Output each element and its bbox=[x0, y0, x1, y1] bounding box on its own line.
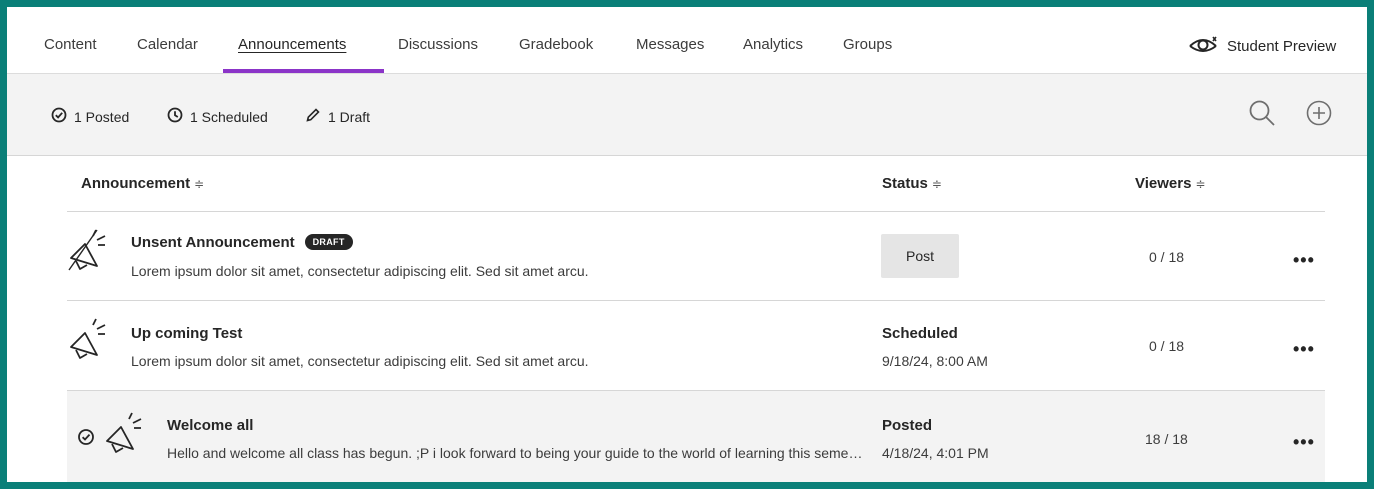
status-date: 4/18/24, 4:01 PM bbox=[882, 445, 989, 461]
announcement-title[interactable]: Welcome all bbox=[167, 417, 253, 434]
announcement-title[interactable]: Unsent Announcement DRAFT bbox=[131, 234, 353, 251]
clock-icon bbox=[167, 107, 190, 126]
scheduled-count: 1 Scheduled bbox=[167, 107, 268, 126]
eye-icon bbox=[1187, 33, 1227, 59]
table-row: Welcome all Hello and welcome all class … bbox=[67, 391, 1325, 482]
student-preview-button[interactable]: Student Preview bbox=[1187, 31, 1336, 61]
tab-gradebook[interactable]: Gradebook bbox=[519, 36, 593, 53]
column-header-status[interactable]: Status ≑ bbox=[882, 175, 942, 192]
tab-announcements[interactable]: Announcements bbox=[238, 36, 346, 53]
add-circle-icon[interactable] bbox=[1304, 98, 1334, 133]
announcement-title-text: Unsent Announcement bbox=[131, 234, 295, 251]
course-nav: Content Calendar Announcements Discussio… bbox=[7, 7, 1367, 74]
scheduled-count-label: 1 Scheduled bbox=[190, 108, 268, 125]
check-circle-icon bbox=[77, 428, 95, 451]
pencil-icon bbox=[305, 107, 328, 126]
megaphone-draft-icon bbox=[67, 226, 111, 277]
student-preview-label: Student Preview bbox=[1227, 37, 1337, 55]
draft-count-label: 1 Draft bbox=[328, 108, 371, 125]
announcement-description: Hello and welcome all class has begun. ;… bbox=[167, 445, 867, 461]
column-header-viewers-label: Viewers bbox=[1135, 175, 1192, 192]
tab-calendar[interactable]: Calendar bbox=[137, 36, 198, 53]
megaphone-icon bbox=[67, 315, 111, 366]
tab-content[interactable]: Content bbox=[44, 36, 97, 53]
viewers-count: 0 / 18 bbox=[1149, 249, 1185, 265]
sort-icon: ≑ bbox=[194, 177, 205, 191]
table-row: Unsent Announcement DRAFT Lorem ipsum dol… bbox=[67, 212, 1325, 300]
posted-count-label: 1 Posted bbox=[74, 108, 130, 125]
column-header-announcement[interactable]: Announcement ≑ bbox=[81, 175, 204, 192]
sort-icon: ≑ bbox=[931, 177, 942, 191]
posted-count: 1 Posted bbox=[51, 107, 129, 126]
column-header-announcement-label: Announcement bbox=[81, 175, 191, 192]
viewers-count: 0 / 18 bbox=[1149, 338, 1185, 354]
tab-discussions[interactable]: Discussions bbox=[398, 36, 478, 53]
post-button[interactable]: Post bbox=[881, 234, 959, 278]
viewers-count: 18 / 18 bbox=[1145, 431, 1188, 447]
more-options-button[interactable]: ••• bbox=[1293, 433, 1315, 451]
more-options-button[interactable]: ••• bbox=[1293, 251, 1315, 269]
column-header-status-label: Status bbox=[882, 175, 928, 192]
table-row: Up coming Test Lorem ipsum dolor sit ame… bbox=[67, 301, 1325, 390]
check-circle-icon bbox=[51, 107, 74, 126]
tab-messages[interactable]: Messages bbox=[636, 36, 704, 53]
tab-groups[interactable]: Groups bbox=[843, 36, 892, 53]
search-icon[interactable] bbox=[1247, 98, 1277, 133]
status-label: Scheduled bbox=[882, 325, 958, 342]
draft-badge: DRAFT bbox=[304, 234, 353, 250]
draft-count: 1 Draft bbox=[305, 107, 370, 126]
tab-analytics[interactable]: Analytics bbox=[743, 36, 803, 53]
more-options-button[interactable]: ••• bbox=[1293, 340, 1315, 358]
course-page: Content Calendar Announcements Discussio… bbox=[7, 7, 1367, 482]
announcement-description: Lorem ipsum dolor sit amet, consectetur … bbox=[131, 263, 589, 279]
announcement-title[interactable]: Up coming Test bbox=[131, 325, 242, 342]
status-label: Posted bbox=[882, 417, 933, 434]
active-tab-indicator bbox=[223, 69, 384, 73]
announcement-description: Lorem ipsum dolor sit amet, consectetur … bbox=[131, 353, 589, 369]
megaphone-icon bbox=[103, 409, 147, 460]
status-date: 9/18/24, 8:00 AM bbox=[882, 353, 988, 369]
column-header-viewers[interactable]: Viewers ≑ bbox=[1135, 175, 1206, 192]
announcement-summary-bar: 1 Posted 1 Scheduled 1 Draft bbox=[7, 74, 1367, 156]
sort-icon: ≑ bbox=[1195, 177, 1206, 191]
